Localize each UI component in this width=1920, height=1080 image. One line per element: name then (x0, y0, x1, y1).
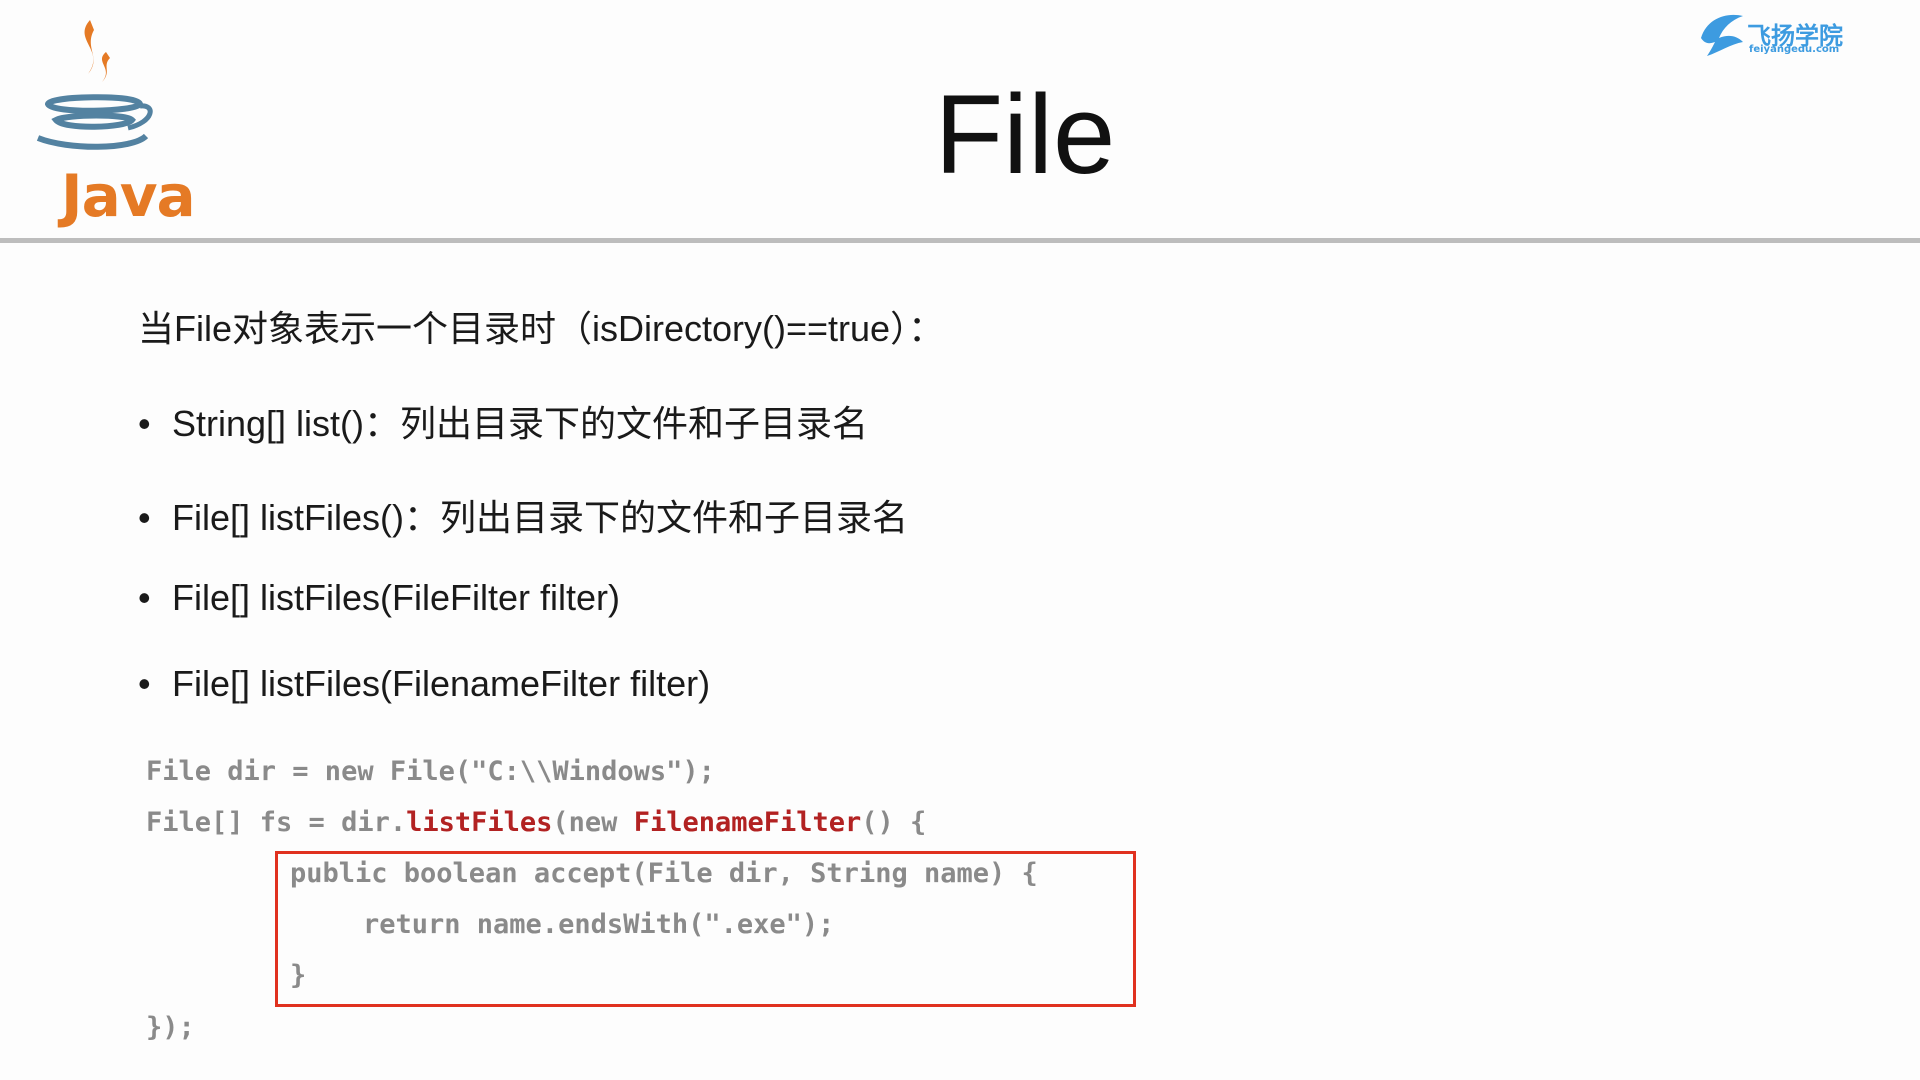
bullet-marker: • (138, 577, 151, 618)
brand-domain: feiyangedu.com (1749, 44, 1840, 55)
code-block: File dir = new File("C:\\Windows"); File… (146, 748, 1038, 1043)
code-line-1: File dir = new File("C:\\Windows"); (146, 756, 715, 787)
bird-icon (1701, 14, 1743, 56)
bullet-marker: • (138, 497, 151, 538)
brand-logo: 飞扬学院 feiyangedu.com (1697, 8, 1847, 60)
bullet-item: • String[] list()：列出目录下的文件和子目录名 (138, 395, 868, 447)
bullet-item: • File[] listFiles(FileFilter filter) (138, 577, 620, 619)
bullet-item: • File[] listFiles()：列出目录下的文件和子目录名 (138, 489, 908, 541)
code-method-name: listFiles (406, 807, 553, 838)
bullet-item: • File[] listFiles(FilenameFilter filter) (138, 663, 710, 705)
bullet-text: File[] listFiles(FilenameFilter filter) (172, 663, 711, 704)
code-highlight-box (275, 851, 1136, 1007)
code-line-2: File[] fs = dir.listFiles(new FilenameFi… (146, 807, 926, 838)
bullet-marker: • (138, 403, 151, 444)
code-token: File[] fs = dir. (146, 807, 407, 838)
bullet-text: File[] listFiles(FileFilter filter) (172, 577, 621, 618)
code-token: () { (861, 807, 927, 838)
bullet-text: File[] listFiles()：列出目录下的文件和子目录名 (172, 497, 908, 538)
code-line-6: }); (146, 1012, 195, 1043)
code-class-name: FilenameFilter (633, 807, 862, 838)
code-token: (new (552, 807, 634, 838)
bullet-marker: • (138, 663, 151, 704)
slide-title: File (934, 72, 1116, 197)
bullet-text: String[] list()：列出目录下的文件和子目录名 (172, 403, 869, 444)
intro-text: 当File对象表示一个目录时（isDirectory()==true）： (138, 308, 945, 349)
header-divider (0, 238, 1920, 243)
